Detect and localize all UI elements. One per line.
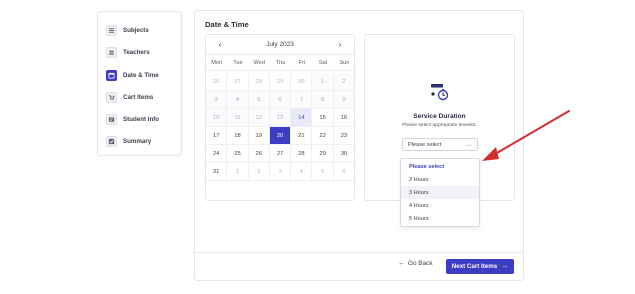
next-month-chevron-icon[interactable]: › xyxy=(334,40,346,50)
sidebar-item-date-time[interactable]: Date & Time xyxy=(106,68,159,82)
calendar-day[interactable]: 17 xyxy=(206,127,228,145)
calendar-day[interactable]: 23 xyxy=(333,127,354,145)
sidebar-item-student-info[interactable]: Student Info xyxy=(106,112,159,126)
weekday-header: Thu xyxy=(269,55,292,71)
calendar-day[interactable]: 29 xyxy=(269,73,292,91)
calendar-day[interactable]: 4 xyxy=(291,163,313,181)
next-cart-items-button[interactable]: Next Cart Items → xyxy=(446,259,514,274)
sidebar-item-subjects[interactable]: Subjects xyxy=(106,23,149,37)
calendar-header: ‹ July 2023 › xyxy=(206,35,354,55)
calendar-day[interactable]: 9 xyxy=(333,91,354,109)
duration-select[interactable]: Please select ︿ xyxy=(402,138,478,151)
steps-sidebar: Subjects Teachers Date & Time Cart Items… xyxy=(97,11,182,156)
calendar-day[interactable]: 11 xyxy=(227,109,249,127)
calendar-day[interactable]: 2 xyxy=(333,73,354,91)
calendar-day[interactable]: 30 xyxy=(291,73,313,91)
weekday-header: Fri xyxy=(291,55,313,71)
weekday-header: Mon xyxy=(206,55,228,71)
calendar-day[interactable]: 24 xyxy=(206,145,228,163)
footer-divider xyxy=(195,252,523,253)
calendar-day[interactable]: 1 xyxy=(312,73,334,91)
calendar-day[interactable]: 5 xyxy=(312,163,334,181)
calendar-day[interactable]: 20 xyxy=(269,127,292,145)
calendar-day[interactable]: 6 xyxy=(333,163,354,181)
sidebar-item-cart-items[interactable]: Cart Items xyxy=(106,90,153,104)
calendar-day[interactable]: 8 xyxy=(312,91,334,109)
calendar-day[interactable]: 12 xyxy=(248,109,270,127)
calendar: ‹ July 2023 › Mon Tue Wed Thu Fri Sat Sun 26 27 2… xyxy=(205,34,355,201)
sidebar-item-label: Student Info xyxy=(123,115,160,123)
calendar-day[interactable]: 2 xyxy=(248,163,270,181)
calendar-day[interactable]: 28 xyxy=(291,145,313,163)
calendar-day[interactable]: 28 xyxy=(248,73,270,91)
cart-icon xyxy=(106,91,117,103)
calendar-day[interactable]: 16 xyxy=(333,109,354,127)
calendar-day[interactable]: 5 xyxy=(248,91,270,109)
page-title: Date & Time xyxy=(205,20,249,29)
calendar-day[interactable]: 21 xyxy=(291,127,313,145)
weekday-header: Wed xyxy=(248,55,270,71)
calendar-day[interactable]: 7 xyxy=(291,91,313,109)
calendar-month-label: July 2023 xyxy=(266,41,294,48)
id-card-icon xyxy=(106,113,117,125)
calendar-day[interactable]: 27 xyxy=(227,73,249,91)
sidebar-item-label: Summary xyxy=(123,137,152,145)
go-back-label: Go Back xyxy=(408,260,433,267)
calendar-day[interactable]: 31 xyxy=(206,163,228,181)
calendar-day[interactable]: 25 xyxy=(227,145,249,163)
annotation-arrow-icon xyxy=(482,110,570,161)
calendar-day[interactable]: 3 xyxy=(269,163,292,181)
sidebar-item-teachers[interactable]: Teachers xyxy=(106,45,150,59)
sidebar-item-label: Teachers xyxy=(123,48,150,56)
calendar-grid: Mon Tue Wed Thu Fri Sat Sun 26 27 28 29 30 1 2 3 4 5 6 7 8 9… xyxy=(206,55,354,181)
calendar-day[interactable]: 26 xyxy=(206,73,228,91)
dropdown-option[interactable]: 4 Hours xyxy=(401,199,479,212)
calendar-day[interactable]: 1 xyxy=(227,163,249,181)
calendar-day[interactable]: 13 xyxy=(269,109,292,127)
next-button-label: Next Cart Items xyxy=(451,263,498,270)
sidebar-item-label: Subjects xyxy=(123,26,149,34)
calendar-day[interactable]: 10 xyxy=(206,109,228,127)
calendar-day[interactable]: 26 xyxy=(248,145,270,163)
weekday-header: Tue xyxy=(227,55,249,71)
list-icon xyxy=(106,24,117,36)
dropdown-option[interactable]: 3 Hours xyxy=(401,186,479,199)
sidebar-item-label: Date & Time xyxy=(123,71,159,79)
check-icon xyxy=(106,135,117,147)
arrow-right-icon: → xyxy=(501,263,509,270)
dropdown-option[interactable]: Please select xyxy=(401,160,479,173)
calendar-icon xyxy=(106,69,117,81)
calendar-day[interactable]: 4 xyxy=(227,91,249,109)
calendar-day[interactable]: 3 xyxy=(206,91,228,109)
duration-select-value: Please select xyxy=(408,141,442,148)
chevron-up-icon: ︿ xyxy=(466,142,472,148)
duration-dropdown: Please select 2 Hours 3 Hours 4 Hours 5 … xyxy=(400,158,480,227)
calendar-day[interactable]: 14 xyxy=(291,109,313,127)
sidebar-item-label: Cart Items xyxy=(123,93,154,101)
sidebar-item-summary[interactable]: Summary xyxy=(106,134,151,148)
calendar-day[interactable]: 30 xyxy=(333,145,354,163)
dropdown-option[interactable]: 2 Hours xyxy=(401,173,479,186)
calendar-day[interactable]: 18 xyxy=(227,127,249,145)
calendar-day[interactable]: 6 xyxy=(269,91,292,109)
weekday-header: Sun xyxy=(333,55,354,71)
calendar-day[interactable]: 29 xyxy=(312,145,334,163)
weekday-header: Sat xyxy=(312,55,334,71)
people-icon xyxy=(106,46,117,58)
calendar-day[interactable]: 15 xyxy=(312,109,334,127)
clock-illustration-icon xyxy=(431,84,449,101)
calendar-day[interactable]: 19 xyxy=(248,127,270,145)
dropdown-option[interactable]: 5 Hours xyxy=(401,212,479,225)
arrow-left-icon: ← xyxy=(398,260,405,267)
calendar-day[interactable]: 27 xyxy=(269,145,292,163)
go-back-button[interactable]: ← Go Back xyxy=(398,260,433,267)
calendar-day[interactable]: 22 xyxy=(312,127,334,145)
